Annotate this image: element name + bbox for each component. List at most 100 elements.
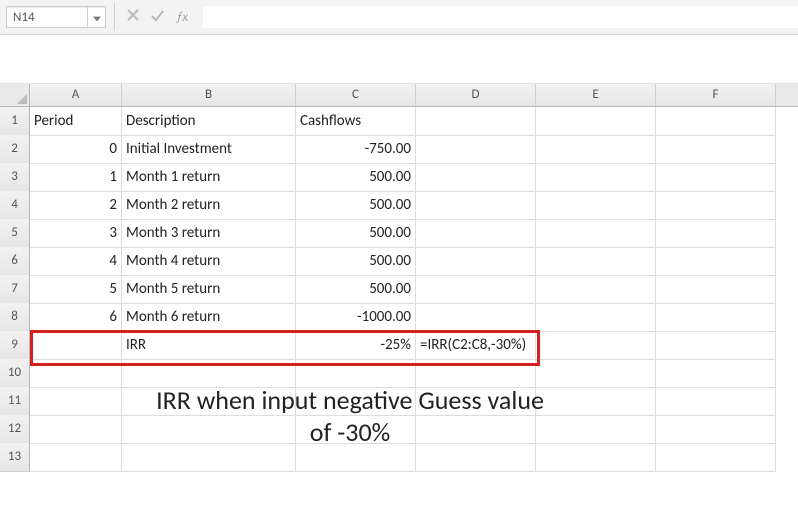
cell-B2[interactable]: Initial Investment: [122, 135, 296, 164]
cell-E4[interactable]: [536, 191, 656, 220]
row-header-4[interactable]: 4: [0, 191, 30, 220]
cell-B11[interactable]: [122, 387, 296, 416]
row-header-8[interactable]: 8: [0, 303, 30, 332]
col-header-E[interactable]: E: [536, 84, 656, 106]
cell-C9[interactable]: -25%: [296, 331, 416, 360]
row-header-11[interactable]: 11: [0, 387, 30, 416]
row-header-12[interactable]: 12: [0, 415, 30, 444]
col-header-A[interactable]: A: [30, 84, 122, 106]
cell-E3[interactable]: [536, 163, 656, 192]
cell-E5[interactable]: [536, 219, 656, 248]
cell-D5[interactable]: [416, 219, 536, 248]
cell-B10[interactable]: [122, 359, 296, 388]
row-header-9[interactable]: 9: [0, 331, 30, 360]
cell-B9[interactable]: IRR: [122, 331, 296, 360]
cell-D3[interactable]: [416, 163, 536, 192]
cell-C8[interactable]: -1000.00: [296, 303, 416, 332]
cell-D7[interactable]: [416, 275, 536, 304]
cell-B1[interactable]: Description: [122, 107, 296, 136]
insert-function-button[interactable]: ƒx: [169, 4, 193, 30]
cell-B8[interactable]: Month 6 return: [122, 303, 296, 332]
cell-E13[interactable]: [536, 443, 656, 472]
cell-E7[interactable]: [536, 275, 656, 304]
enter-button[interactable]: [145, 4, 169, 30]
formula-input[interactable]: [203, 6, 798, 28]
cell-A3[interactable]: 1: [30, 163, 122, 192]
cell-D12[interactable]: [416, 415, 536, 444]
row-header-13[interactable]: 13: [0, 443, 30, 472]
cell-B7[interactable]: Month 5 return: [122, 275, 296, 304]
cell-B3[interactable]: Month 1 return: [122, 163, 296, 192]
cell-A5[interactable]: 3: [30, 219, 122, 248]
cell-A13[interactable]: [30, 443, 122, 472]
cell-C13[interactable]: [296, 443, 416, 472]
cell-F3[interactable]: [656, 163, 776, 192]
cell-D2[interactable]: [416, 135, 536, 164]
cell-F6[interactable]: [656, 247, 776, 276]
col-header-D[interactable]: D: [416, 84, 536, 106]
cell-C3[interactable]: 500.00: [296, 163, 416, 192]
cell-D6[interactable]: [416, 247, 536, 276]
cell-D10[interactable]: [416, 359, 536, 388]
cell-E6[interactable]: [536, 247, 656, 276]
cell-E8[interactable]: [536, 303, 656, 332]
cell-D1[interactable]: [416, 107, 536, 136]
cell-F13[interactable]: [656, 443, 776, 472]
row-header-3[interactable]: 3: [0, 163, 30, 192]
cell-F5[interactable]: [656, 219, 776, 248]
cell-F4[interactable]: [656, 191, 776, 220]
cell-C10[interactable]: [296, 359, 416, 388]
row-header-10[interactable]: 10: [0, 359, 30, 388]
cancel-button[interactable]: [121, 4, 145, 30]
cell-A6[interactable]: 4: [30, 247, 122, 276]
cell-C2[interactable]: -750.00: [296, 135, 416, 164]
cell-E12[interactable]: [536, 415, 656, 444]
cell-F1[interactable]: [656, 107, 776, 136]
row-header-7[interactable]: 7: [0, 275, 30, 304]
cell-F9[interactable]: [656, 331, 776, 360]
cell-E11[interactable]: [536, 387, 656, 416]
col-header-B[interactable]: B: [122, 84, 296, 106]
cell-A7[interactable]: 5: [30, 275, 122, 304]
col-header-C[interactable]: C: [296, 84, 416, 106]
cell-D9[interactable]: =IRR(C2:C8,-30%): [416, 331, 536, 360]
cell-D4[interactable]: [416, 191, 536, 220]
cell-A9[interactable]: [30, 331, 122, 360]
cell-B5[interactable]: Month 3 return: [122, 219, 296, 248]
cell-A12[interactable]: [30, 415, 122, 444]
cell-A11[interactable]: [30, 387, 122, 416]
cell-A2[interactable]: 0: [30, 135, 122, 164]
cell-C11[interactable]: [296, 387, 416, 416]
cell-B4[interactable]: Month 2 return: [122, 191, 296, 220]
cell-D11[interactable]: [416, 387, 536, 416]
cell-F10[interactable]: [656, 359, 776, 388]
cell-C4[interactable]: 500.00: [296, 191, 416, 220]
cell-F12[interactable]: [656, 415, 776, 444]
cell-D13[interactable]: [416, 443, 536, 472]
cell-A8[interactable]: 6: [30, 303, 122, 332]
cell-A4[interactable]: 2: [30, 191, 122, 220]
cell-B13[interactable]: [122, 443, 296, 472]
cell-F2[interactable]: [656, 135, 776, 164]
cell-E1[interactable]: [536, 107, 656, 136]
cell-F8[interactable]: [656, 303, 776, 332]
cell-C5[interactable]: 500.00: [296, 219, 416, 248]
cell-C12[interactable]: [296, 415, 416, 444]
select-all-corner[interactable]: [0, 84, 30, 106]
cell-F7[interactable]: [656, 275, 776, 304]
cell-B6[interactable]: Month 4 return: [122, 247, 296, 276]
cell-F11[interactable]: [656, 387, 776, 416]
cell-E2[interactable]: [536, 135, 656, 164]
cell-E9[interactable]: [536, 331, 656, 360]
cell-A10[interactable]: [30, 359, 122, 388]
cell-B12[interactable]: [122, 415, 296, 444]
cell-A1[interactable]: Period: [30, 107, 122, 136]
cell-C6[interactable]: 500.00: [296, 247, 416, 276]
row-header-6[interactable]: 6: [0, 247, 30, 276]
row-header-1[interactable]: 1: [0, 107, 30, 136]
cell-C7[interactable]: 500.00: [296, 275, 416, 304]
name-box-dropdown-button[interactable]: [87, 6, 106, 28]
row-header-2[interactable]: 2: [0, 135, 30, 164]
cell-D8[interactable]: [416, 303, 536, 332]
cell-E10[interactable]: [536, 359, 656, 388]
